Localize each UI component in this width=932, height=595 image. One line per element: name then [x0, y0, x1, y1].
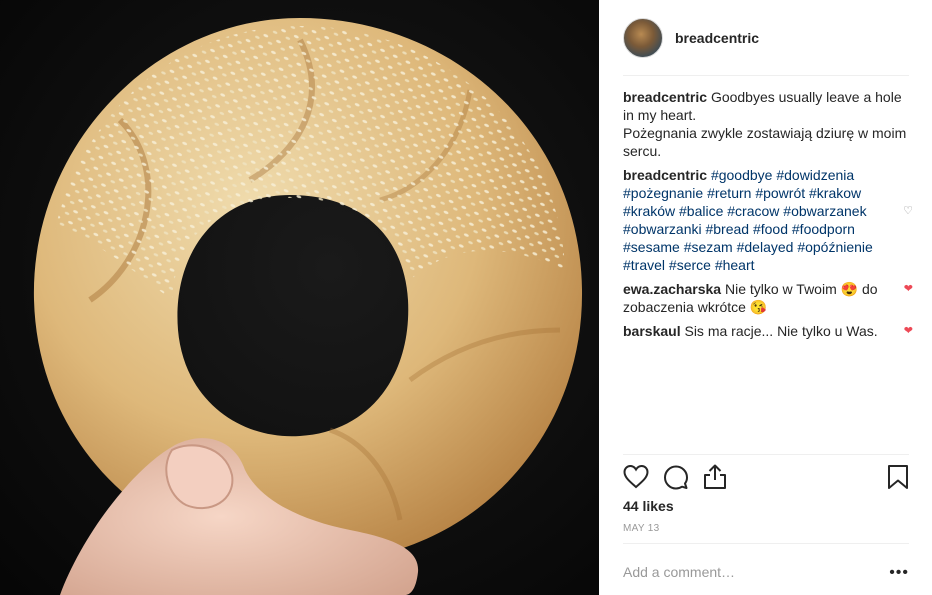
bookmark-icon[interactable]: [885, 464, 911, 490]
comment-item: barskaul Sis ma racje... Nie tylko u Was…: [623, 322, 913, 340]
comment-username[interactable]: barskaul: [623, 323, 681, 339]
comments-list: breadcentric Goodbyes usually leave a ho…: [623, 88, 913, 346]
post-date[interactable]: MAY 13: [623, 523, 659, 534]
share-icon[interactable]: [702, 464, 728, 490]
header-username[interactable]: breadcentric: [675, 30, 759, 46]
comment-text: Sis ma racje... Nie tylko u Was.: [684, 323, 878, 339]
comment-username[interactable]: ewa.zacharska: [623, 281, 721, 297]
comment-item: breadcentric #goodbye #dowidzenia #pożeg…: [623, 166, 913, 274]
post-header: breadcentric: [623, 0, 909, 76]
caption-username[interactable]: breadcentric: [623, 89, 707, 105]
speech-bubble-icon[interactable]: [663, 464, 689, 490]
heart-filled-icon[interactable]: ❤: [904, 284, 913, 295]
comment-input[interactable]: [623, 562, 873, 582]
avatar[interactable]: [623, 17, 663, 58]
post-side-panel: breadcentric breadcentric Goodbyes usual…: [599, 0, 932, 595]
post-dialog: breadcentric breadcentric Goodbyes usual…: [0, 0, 932, 595]
bagel-photo: [0, 0, 599, 595]
heart-filled-icon[interactable]: ❤: [904, 326, 913, 337]
post-actions: [623, 454, 909, 498]
add-comment-section: •••: [623, 543, 909, 595]
heart-outline-icon[interactable]: [623, 464, 649, 490]
heart-outline-icon[interactable]: ♡: [903, 206, 913, 217]
post-image[interactable]: [0, 0, 599, 595]
caption: breadcentric Goodbyes usually leave a ho…: [623, 88, 911, 160]
comment-item: ewa.zacharska Nie tylko w Twoim 😍 do zob…: [623, 280, 913, 316]
likes-count[interactable]: 44 likes: [623, 498, 674, 514]
comment-username[interactable]: breadcentric: [623, 167, 707, 183]
ellipsis-icon[interactable]: •••: [889, 564, 909, 582]
